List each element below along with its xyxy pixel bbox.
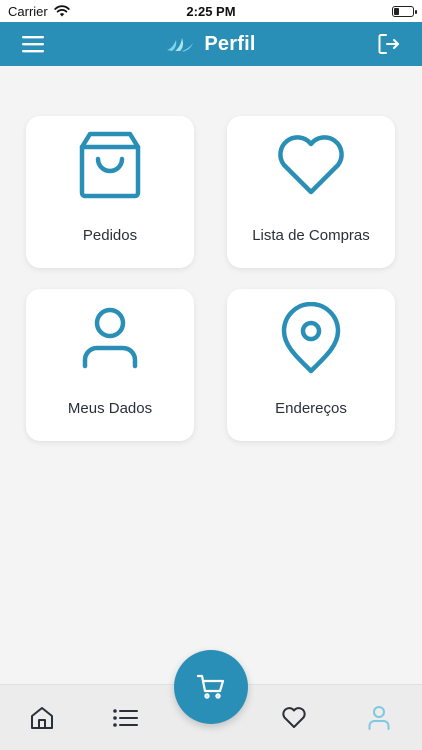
carrier-label: Carrier [8,3,48,19]
brand-logo-icon [167,38,194,52]
wifi-icon [54,5,70,17]
user-icon [368,706,390,730]
card-icon-wrap [78,130,142,200]
card-label-pedidos: Pedidos [82,227,138,244]
card-icon-wrap [80,303,140,373]
tab-home[interactable] [27,703,57,733]
tab-list[interactable] [111,703,141,733]
heart-icon [278,135,344,195]
map-pin-icon [281,302,341,374]
card-pedidos[interactable]: Pedidos [26,116,194,268]
logout-icon [378,34,399,54]
hamburger-icon [22,36,44,53]
menu-button[interactable] [20,31,46,57]
profile-screen: Carrier 2:25 PM Perfil Pedidos Lista de … [0,0,422,750]
logout-button[interactable] [376,30,402,58]
heart-icon [282,707,306,728]
cart-icon [197,674,225,699]
status-bar: Carrier 2:25 PM [0,0,422,22]
app-header: Perfil [0,22,422,66]
shopping-bag-icon [79,131,141,199]
card-icon-wrap [276,130,346,200]
card-lista-de-compras[interactable]: Lista de Compras [227,116,395,268]
battery-icon [392,5,417,17]
card-label-lista-de-compras: Lista de Compras [252,227,370,244]
cart-button[interactable] [174,650,248,724]
tab-favorites[interactable] [279,703,309,733]
home-icon [31,707,53,729]
page-title: Perfil [204,32,256,55]
header-title-group: Perfil [166,33,255,56]
tab-profile[interactable] [364,703,394,733]
status-left: Carrier [8,4,70,19]
card-meus-dados[interactable]: Meus Dados [26,289,194,441]
card-label-enderecos: Endereços [275,400,347,417]
user-icon [82,307,138,369]
list-icon [113,709,138,727]
card-label-meus-dados: Meus Dados [67,400,153,417]
card-enderecos[interactable]: Endereços [227,289,395,441]
card-icon-wrap [280,302,342,374]
